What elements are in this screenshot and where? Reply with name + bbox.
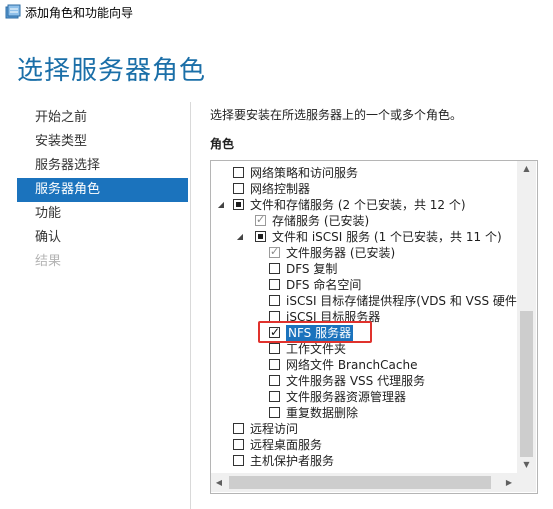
nav-item-5[interactable]: 确认 [17,226,188,250]
role-label: 网络策略和访问服务 [250,166,359,180]
scroll-down-arrow-icon[interactable]: ▼ [517,457,536,473]
role-checkbox[interactable] [269,279,280,290]
page-heading: 选择服务器角色 [17,56,207,86]
role-label: 存储服务 (已安装) [272,214,370,228]
role-checkbox[interactable] [233,455,244,466]
instructions-text: 选择要安装在所选服务器上的一个或多个角色。 [210,108,463,122]
role-label: 文件和 iSCSI 服务 (1 个已安装，共 11 个) [272,230,502,244]
role-checkbox[interactable] [269,311,280,322]
tree-row[interactable]: DFS 复制 [211,261,517,277]
nav-item-3[interactable]: 服务器角色 [17,178,188,202]
tree-row[interactable]: ◢ 文件和存储服务 (2 个已安装，共 12 个) [211,197,517,213]
role-label: 网络文件 BranchCache [286,358,418,372]
nav-item-4[interactable]: 功能 [17,202,188,226]
role-checkbox[interactable] [269,343,280,354]
role-checkbox [255,212,266,228]
horizontal-scrollbar[interactable]: ◀ ▶ [211,473,517,492]
role-checkbox[interactable] [233,439,244,450]
wizard-app-icon [5,4,21,20]
role-checkbox[interactable] [269,391,280,402]
tree-row[interactable]: ◢ 文件和 iSCSI 服务 (1 个已安装，共 11 个) [211,229,517,245]
tree-row[interactable]: 网络策略和访问服务 [211,165,517,181]
role-label: 网络控制器 [250,182,311,196]
roles-tree-content: 网络策略和访问服务网络控制器 ◢ 文件和存储服务 (2 个已安装，共 12 个) 存储… [211,161,517,473]
role-label: 主机保护者服务 [250,454,335,468]
triangle-down-icon[interactable]: ◢ [216,197,226,213]
tree-row[interactable]: 文件服务器 (已安装) [211,244,517,261]
role-checkbox[interactable] [269,407,280,418]
scroll-left-arrow-icon[interactable]: ◀ [211,473,227,492]
tree-row[interactable]: 主机保护者服务 [211,453,517,469]
window-title: 添加角色和功能向导 [25,6,134,20]
tree-row[interactable]: 文件服务器 VSS 代理服务 [211,373,517,389]
role-checkbox[interactable] [233,167,244,178]
nav-item-1[interactable]: 安装类型 [17,130,188,154]
tree-row[interactable]: 远程桌面服务 [211,437,517,453]
scroll-right-arrow-icon[interactable]: ▶ [501,473,517,492]
title-bar: 添加角色和功能向导 [0,0,553,26]
role-label: 文件和存储服务 (2 个已安装，共 12 个) [250,198,466,212]
tree-row[interactable]: 文件服务器资源管理器 [211,389,517,405]
role-checkbox [269,244,280,260]
role-checkbox[interactable] [269,324,280,340]
nav-item-2[interactable]: 服务器选择 [17,154,188,178]
tree-row[interactable]: 网络控制器 [211,181,517,197]
role-label: 文件服务器 (已安装) [286,246,396,260]
tree-row[interactable]: iSCSI 目标存储提供程序(VDS 和 VSS 硬件 [211,293,517,309]
role-label: 文件服务器 VSS 代理服务 [286,374,426,388]
role-label: NFS 服务器 [286,325,354,341]
nav-item-6: 结果 [35,254,62,269]
role-label: 工作文件夹 [286,342,347,356]
tree-row[interactable]: 工作文件夹 [211,341,517,357]
role-checkbox[interactable] [269,359,280,370]
nav-divider [190,102,191,509]
horizontal-scroll-thumb[interactable] [229,476,491,489]
vertical-scrollbar[interactable]: ▲ ▼ [517,161,536,473]
wizard-steps-nav: 开始之前 安装类型 服务器选择 服务器角色 功能 确认结果 [17,106,188,274]
scroll-up-arrow-icon[interactable]: ▲ [517,161,536,177]
tree-row[interactable]: 重复数据删除 [211,405,517,421]
tree-row[interactable]: 远程访问 [211,421,517,437]
tree-row[interactable]: 存储服务 (已安装) [211,212,517,229]
role-label: 远程访问 [250,422,299,436]
role-checkbox[interactable] [269,295,280,306]
triangle-down-icon[interactable]: ◢ [235,229,245,245]
tree-row[interactable]: iSCSI 目标服务器 [211,309,517,325]
roles-label: 角色 [210,137,235,151]
tree-row[interactable]: NFS 服务器 [211,324,517,341]
role-checkbox[interactable] [233,199,244,210]
tree-row[interactable]: 网络文件 BranchCache [211,357,517,373]
role-label: DFS 复制 [286,262,338,276]
role-label: iSCSI 目标存储提供程序(VDS 和 VSS 硬件 [286,294,517,308]
role-label: 文件服务器资源管理器 [286,390,407,404]
role-checkbox[interactable] [269,375,280,386]
role-checkbox[interactable] [255,231,266,242]
roles-tree[interactable]: 网络策略和访问服务网络控制器 ◢ 文件和存储服务 (2 个已安装，共 12 个) 存储… [210,160,538,494]
role-checkbox[interactable] [269,263,280,274]
role-checkbox[interactable] [233,183,244,194]
role-label: iSCSI 目标服务器 [286,310,381,324]
role-checkbox[interactable] [233,423,244,434]
nav-item-0[interactable]: 开始之前 [17,106,188,130]
tree-row[interactable]: DFS 命名空间 [211,277,517,293]
vertical-scroll-thumb[interactable] [520,311,533,457]
role-label: 重复数据删除 [286,406,359,420]
role-label: DFS 命名空间 [286,278,362,292]
role-label: 远程桌面服务 [250,438,323,452]
scrollbar-corner [517,473,536,492]
